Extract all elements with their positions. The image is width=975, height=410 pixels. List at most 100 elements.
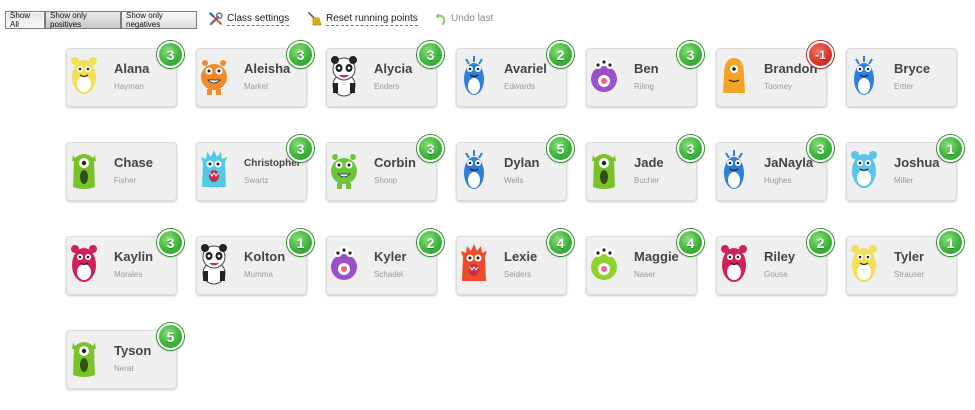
student-last-name: Edwards bbox=[504, 82, 536, 91]
student-card[interactable]: Maggie Naser 4 bbox=[586, 229, 704, 295]
monster-avatar-icon bbox=[331, 246, 357, 280]
student-first-name: Corbin bbox=[374, 155, 416, 170]
student-card[interactable]: Tyler Strauser 1 bbox=[846, 229, 964, 295]
student-last-name: Hayman bbox=[114, 82, 144, 91]
points-badge: 3 bbox=[417, 135, 444, 162]
student-card[interactable]: Lexie Seiders 4 bbox=[456, 229, 574, 295]
student-card[interactable]: Joshua Miller 1 bbox=[846, 135, 964, 201]
student-card[interactable]: Corbin Shoop 3 bbox=[326, 135, 444, 201]
points-badge: 4 bbox=[547, 229, 574, 256]
student-card[interactable]: Tyson Nerat 5 bbox=[66, 323, 184, 389]
monster-avatar-icon bbox=[592, 154, 616, 189]
student-last-name: Seiders bbox=[504, 270, 532, 279]
student-card[interactable]: Christopher Swartz 3 bbox=[196, 135, 314, 201]
student-first-name: Joshua bbox=[894, 155, 940, 170]
student-first-name: Maggie bbox=[634, 249, 679, 264]
student-first-name: Alycia bbox=[374, 61, 413, 76]
points-badge: 2 bbox=[807, 229, 834, 256]
broom-icon bbox=[308, 12, 322, 26]
student-card[interactable]: Jade Bucher 3 bbox=[586, 135, 704, 201]
student-first-name: Kaylin bbox=[114, 249, 154, 264]
student-first-name: Riley bbox=[764, 249, 796, 264]
student-first-name: Chase bbox=[114, 155, 154, 170]
points-badge: 2 bbox=[417, 229, 444, 256]
monster-avatar-icon bbox=[201, 60, 227, 95]
student-card[interactable]: Brandon Toomey -1 bbox=[716, 41, 834, 107]
show-negatives-button[interactable]: Show only negatives bbox=[121, 11, 197, 29]
reset-points-label: Reset running points bbox=[326, 12, 418, 26]
monster-avatar-icon bbox=[591, 58, 617, 92]
reset-points-link[interactable]: Reset running points bbox=[307, 12, 418, 26]
student-card[interactable]: Kaylin Morales 3 bbox=[66, 229, 184, 295]
monster-avatar-icon bbox=[724, 150, 744, 189]
student-first-name: Avariel bbox=[504, 61, 547, 76]
student-last-name: Fisher bbox=[114, 176, 137, 185]
student-last-name: Mumma bbox=[244, 270, 273, 279]
student-last-name: Schadel bbox=[374, 270, 403, 279]
undo-last-link[interactable]: Undo last bbox=[434, 12, 493, 26]
monster-avatar-icon bbox=[854, 56, 874, 95]
show-positives-button[interactable]: Show only positives bbox=[45, 11, 121, 29]
undo-arrow-icon bbox=[435, 13, 446, 26]
student-first-name: Ben bbox=[634, 61, 659, 76]
show-all-button[interactable]: Show All bbox=[5, 11, 45, 29]
class-settings-link[interactable]: Class settings bbox=[209, 12, 290, 26]
student-card[interactable]: Aleisha Markel 3 bbox=[196, 41, 314, 107]
student-card[interactable]: Kyler Schadel 2 bbox=[326, 229, 444, 295]
monster-avatar-icon bbox=[201, 244, 227, 285]
student-first-name: Tyler bbox=[894, 249, 925, 264]
points-badge: 3 bbox=[677, 41, 704, 68]
student-card[interactable]: Ben Riling 3 bbox=[586, 41, 704, 107]
points-badge: 3 bbox=[287, 41, 314, 68]
points-badge: 3 bbox=[417, 41, 444, 68]
monster-avatar-icon bbox=[331, 154, 357, 189]
student-card[interactable]: Dylan Wells 5 bbox=[456, 135, 574, 201]
student-card[interactable]: Avariel Edwards 2 bbox=[456, 41, 574, 107]
filter-button-group: Show All Show only positives Show only n… bbox=[5, 10, 197, 30]
student-card[interactable]: Alana Hayman 3 bbox=[66, 41, 184, 107]
monster-avatar-icon bbox=[71, 57, 97, 94]
points-badge: 1 bbox=[937, 229, 964, 256]
monster-avatar-icon bbox=[723, 58, 745, 93]
student-last-name: Hughes bbox=[764, 176, 792, 185]
student-last-name: Enders bbox=[374, 82, 400, 91]
student-first-name: Aleisha bbox=[244, 61, 291, 76]
student-last-name: Toomey bbox=[764, 82, 793, 91]
student-card[interactable]: Bryce Ertter bbox=[846, 48, 957, 107]
student-last-name: Ertter bbox=[894, 82, 914, 91]
monster-avatar-icon bbox=[331, 56, 357, 97]
monster-avatar-icon bbox=[72, 154, 96, 189]
points-badge: 3 bbox=[287, 135, 314, 162]
monster-avatar-icon bbox=[201, 150, 227, 187]
student-first-name: Alana bbox=[114, 61, 150, 76]
student-first-name: Lexie bbox=[504, 249, 538, 264]
monster-avatar-icon bbox=[851, 151, 877, 188]
points-badge: 3 bbox=[157, 41, 184, 68]
tools-icon bbox=[209, 12, 223, 26]
points-badge: 3 bbox=[677, 135, 704, 162]
student-card[interactable]: Kolton Mumma 1 bbox=[196, 229, 314, 295]
student-last-name: Gouse bbox=[764, 270, 788, 279]
student-card[interactable]: Riley Gouse 2 bbox=[716, 229, 834, 295]
student-card[interactable]: Alycia Enders 3 bbox=[326, 41, 444, 107]
monster-avatar-icon bbox=[464, 150, 484, 189]
points-badge: 3 bbox=[807, 135, 834, 162]
monster-avatar-icon bbox=[72, 342, 96, 377]
monster-avatar-icon bbox=[461, 244, 487, 281]
student-last-name: Naser bbox=[634, 270, 656, 279]
student-last-name: Miller bbox=[894, 176, 914, 185]
student-last-name: Morales bbox=[114, 270, 143, 279]
student-last-name: Riling bbox=[634, 82, 655, 91]
points-badge: -1 bbox=[807, 41, 834, 68]
points-badge: 1 bbox=[937, 135, 964, 162]
student-first-name: Tyson bbox=[114, 343, 152, 358]
points-badge: 4 bbox=[677, 229, 704, 256]
student-last-name: Wells bbox=[504, 176, 524, 185]
student-card[interactable]: JaNayla Hughes 3 bbox=[716, 135, 834, 201]
student-last-name: Markel bbox=[244, 82, 269, 91]
student-first-name: Kyler bbox=[374, 249, 407, 264]
student-card[interactable]: Chase Fisher bbox=[66, 142, 177, 201]
student-first-name: JaNayla bbox=[764, 155, 814, 170]
points-badge: 1 bbox=[287, 229, 314, 256]
student-first-name: Jade bbox=[634, 155, 664, 170]
